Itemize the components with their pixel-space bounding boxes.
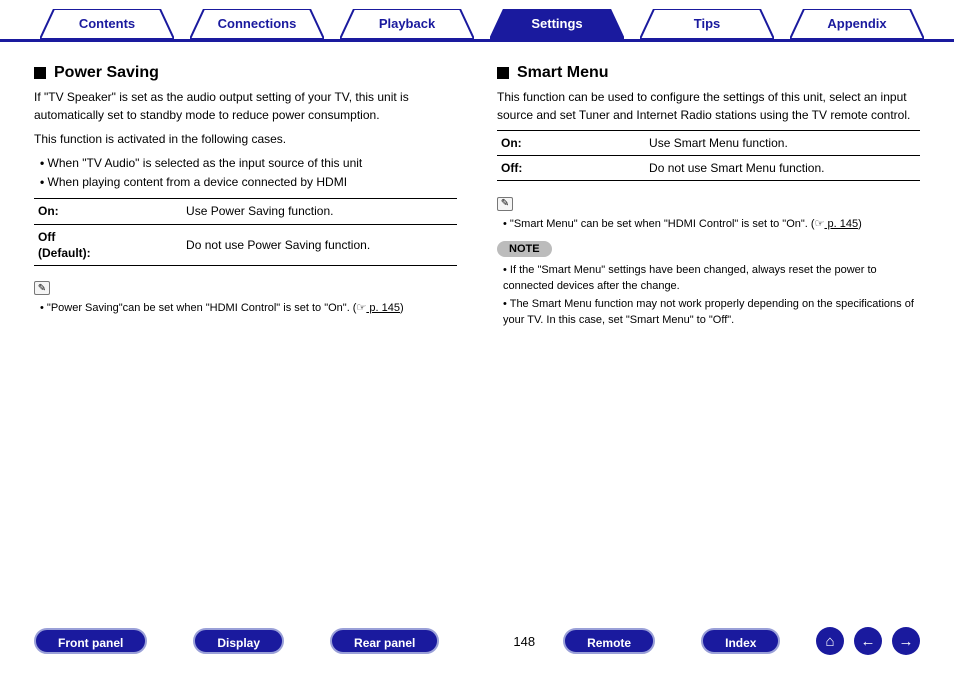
note-badge: NOTE: [497, 241, 552, 257]
tab-contents[interactable]: Contents: [40, 9, 174, 39]
back-icon[interactable]: ←: [854, 627, 882, 655]
smart-menu-notes: If the "Smart Menu" settings have been c…: [497, 263, 920, 329]
tab-settings[interactable]: Settings: [490, 9, 624, 39]
smart-menu-options-table: On: Use Smart Menu function. Off: Do not…: [497, 130, 920, 181]
section-heading-smart-menu: Smart Menu: [497, 64, 920, 82]
table-row: Off: Do not use Smart Menu function.: [497, 156, 920, 181]
top-tab-bar: Contents Connections Playback Settings T…: [0, 0, 954, 42]
power-saving-cases: When "TV Audio" is selected as the input…: [34, 154, 457, 192]
tab-appendix[interactable]: Appendix: [790, 9, 924, 39]
table-row: On: Use Power Saving function.: [34, 199, 457, 224]
front-panel-button[interactable]: Front panel: [34, 628, 147, 654]
index-button[interactable]: Index: [701, 628, 780, 654]
left-column: Power Saving If "TV Speaker" is set as t…: [34, 64, 457, 331]
tab-playback[interactable]: Playback: [340, 9, 474, 39]
page-number: 148: [513, 634, 535, 649]
section-heading-power-saving: Power Saving: [34, 64, 457, 82]
smart-menu-footnote: "Smart Menu" can be set when "HDMI Contr…: [503, 217, 920, 233]
home-icon[interactable]: ⌂: [816, 627, 844, 655]
power-saving-footnote: "Power Saving"can be set when "HDMI Cont…: [40, 301, 457, 317]
page-ref-link[interactable]: p. 145: [366, 302, 400, 314]
page-ref-link[interactable]: p. 145: [824, 218, 858, 230]
tab-connections[interactable]: Connections: [190, 9, 324, 39]
tab-tips[interactable]: Tips: [640, 9, 774, 39]
table-row: Off (Default): Do not use Power Saving f…: [34, 224, 457, 265]
pencil-icon: ✎: [34, 281, 50, 295]
bottom-bar: Front panel Display Rear panel 148 Remot…: [0, 627, 954, 655]
forward-icon[interactable]: →: [892, 627, 920, 655]
list-item: When "TV Audio" is selected as the input…: [40, 154, 457, 173]
list-item: If the "Smart Menu" settings have been c…: [503, 263, 920, 295]
display-button[interactable]: Display: [193, 628, 284, 654]
list-item: When playing content from a device conne…: [40, 173, 457, 192]
list-item: The Smart Menu function may not work pro…: [503, 297, 920, 329]
table-row: On: Use Smart Menu function.: [497, 131, 920, 156]
remote-button[interactable]: Remote: [563, 628, 655, 654]
pointer-icon: ☞: [356, 302, 366, 314]
rear-panel-button[interactable]: Rear panel: [330, 628, 439, 654]
smart-menu-desc: This function can be used to configure t…: [497, 88, 920, 124]
power-saving-desc-2: This function is activated in the follow…: [34, 130, 457, 148]
power-saving-options-table: On: Use Power Saving function. Off (Defa…: [34, 198, 457, 266]
power-saving-desc-1: If "TV Speaker" is set as the audio outp…: [34, 88, 457, 124]
right-column: Smart Menu This function can be used to …: [497, 64, 920, 331]
pencil-icon: ✎: [497, 197, 513, 211]
pointer-icon: ☞: [815, 218, 825, 230]
